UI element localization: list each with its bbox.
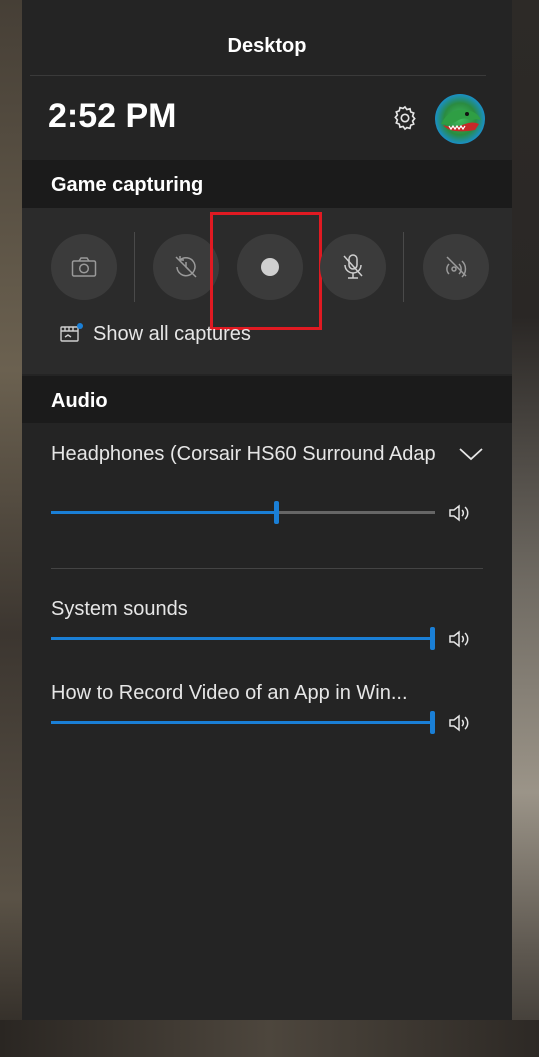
audio-label: Audio — [51, 390, 108, 412]
audio-divider — [51, 568, 483, 569]
gear-icon[interactable] — [391, 104, 419, 132]
background-right-edge — [512, 0, 539, 1057]
speaker-icon[interactable] — [448, 502, 472, 524]
screenshot-button[interactable] — [51, 234, 117, 300]
panel-title: Desktop — [227, 35, 307, 57]
game-bar-panel: Desktop 2:52 PM Game capturing Show all … — [22, 0, 512, 1020]
speaker-icon[interactable] — [448, 628, 472, 650]
show-all-captures-link[interactable]: Show all captures — [59, 322, 251, 346]
avatar-art — [441, 109, 481, 132]
user-avatar-icon[interactable] — [435, 94, 485, 144]
browser-volume-thumb[interactable] — [430, 711, 435, 734]
capture-divider-right — [403, 232, 404, 302]
app-volume-label-browser: How to Record Video of an App in Win... — [51, 682, 408, 704]
browser-volume-fill — [51, 721, 435, 724]
system-sounds-volume-fill — [51, 637, 435, 640]
game-capturing-label: Game capturing — [51, 174, 204, 196]
speaker-icon[interactable] — [448, 712, 472, 734]
capture-divider-left — [134, 232, 135, 302]
audio-device-selector[interactable]: Headphones (Corsair HS60 Surround Adap — [51, 443, 451, 466]
audio-header: Audio — [22, 376, 512, 424]
show-all-captures-label: Show all captures — [93, 322, 251, 345]
chevron-down-icon[interactable] — [458, 446, 484, 462]
panel-header: Desktop — [22, 0, 512, 76]
system-sounds-volume-slider[interactable] — [51, 627, 435, 650]
mic-toggle-button[interactable] — [320, 234, 386, 300]
background-bottom-edge — [0, 1020, 539, 1057]
broadcast-icon — [446, 256, 467, 278]
game-capturing-header: Game capturing — [22, 160, 512, 208]
header-divider — [30, 75, 486, 76]
device-volume-slider[interactable] — [51, 501, 435, 524]
device-volume-fill — [51, 511, 274, 514]
system-sounds-volume-thumb[interactable] — [430, 627, 435, 650]
camera-icon — [71, 257, 97, 277]
app-volume-label-system-sounds: System sounds — [51, 598, 188, 620]
browser-volume-slider[interactable] — [51, 711, 435, 734]
clock-time: 2:52 PM — [48, 97, 177, 135]
background-left-edge — [0, 0, 22, 1057]
device-volume-thumb[interactable] — [274, 501, 279, 524]
captures-gallery-icon — [60, 323, 83, 342]
mic-off-icon — [343, 254, 363, 279]
record-that-icon — [175, 256, 197, 278]
broadcast-button[interactable] — [423, 234, 489, 300]
record-button-highlight — [210, 212, 322, 330]
